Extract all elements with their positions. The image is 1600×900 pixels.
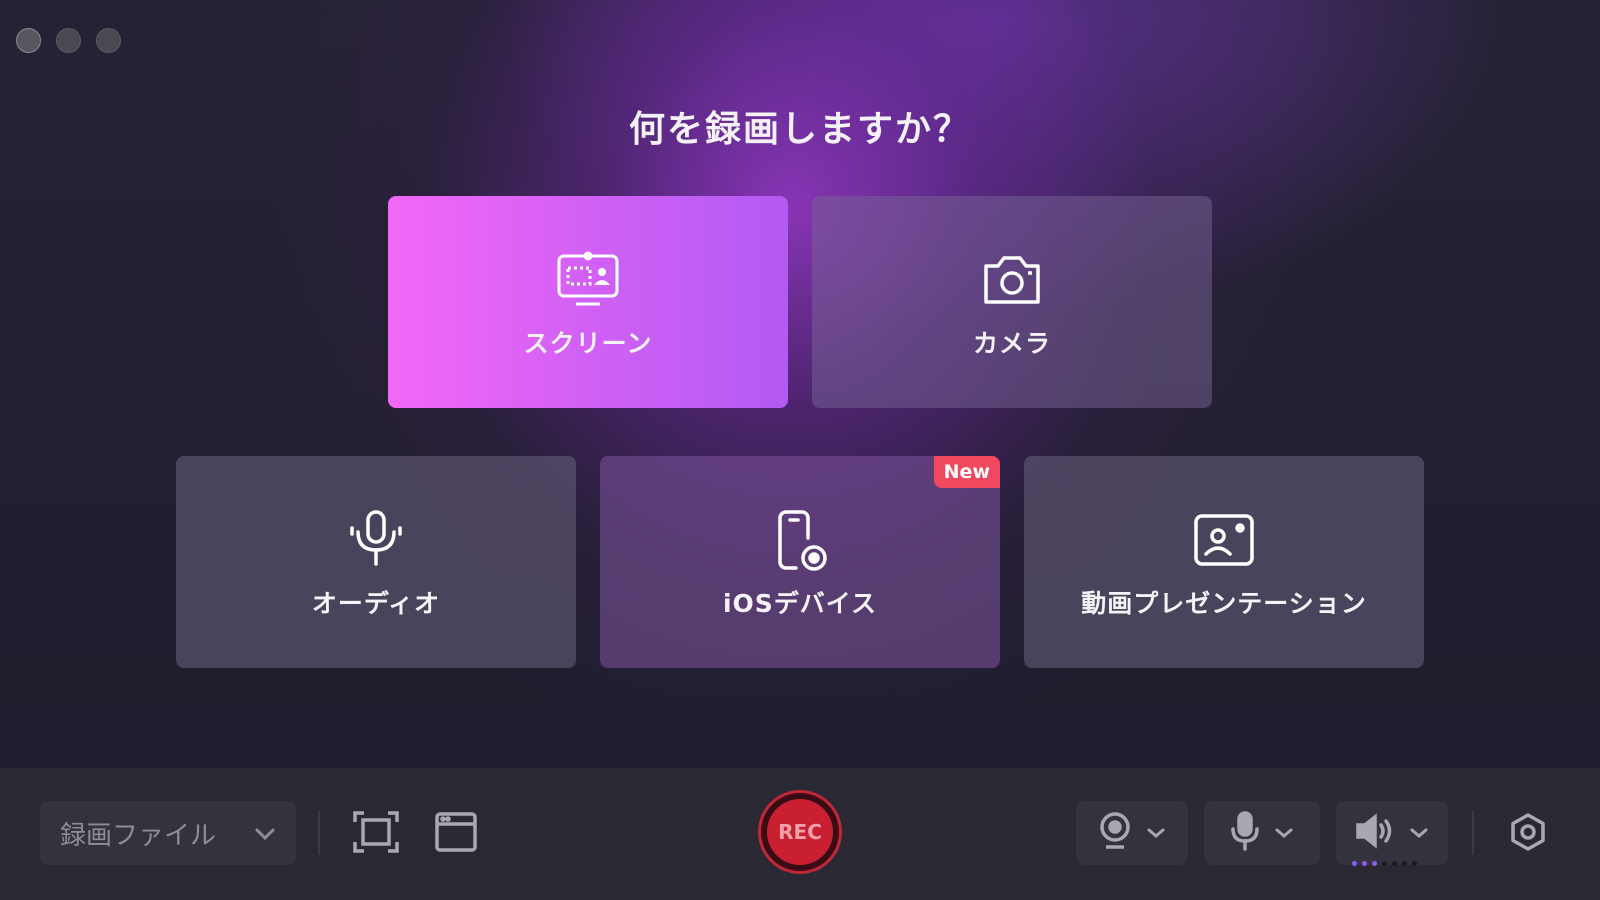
record-button-label: REC bbox=[767, 799, 833, 865]
zoom-window-button[interactable] bbox=[96, 28, 121, 53]
microphone-icon bbox=[1230, 811, 1260, 855]
audio-level-bar bbox=[1352, 861, 1357, 866]
microphone-toggle[interactable] bbox=[1204, 801, 1320, 865]
toolbar-divider bbox=[318, 811, 320, 855]
output-format-value: 録画ファイル bbox=[60, 820, 217, 851]
app-window: 何を録画しますか？ スクリーン カメラ オーディオ New iOSデバイス 動画… bbox=[0, 0, 1600, 900]
audio-level-bar bbox=[1392, 861, 1397, 866]
window-controls bbox=[16, 28, 121, 53]
audio-level-meter bbox=[1352, 861, 1417, 866]
webcam-icon bbox=[1098, 811, 1132, 855]
ios-device-option-card[interactable]: New iOSデバイス bbox=[600, 456, 1000, 668]
ios-device-option-label: iOSデバイス bbox=[722, 589, 878, 618]
audio-level-bar bbox=[1362, 861, 1367, 866]
settings-icon bbox=[1508, 812, 1548, 856]
chevron-down-icon bbox=[1274, 824, 1294, 843]
camera-option-label: カメラ bbox=[972, 329, 1051, 358]
screen-option-label: スクリーン bbox=[523, 329, 653, 358]
webcam-toggle[interactable] bbox=[1076, 801, 1188, 865]
close-window-button[interactable] bbox=[16, 28, 41, 53]
page-title: 何を録画しますか？ bbox=[628, 109, 971, 150]
region-capture-button[interactable] bbox=[348, 806, 404, 862]
region-capture-icon bbox=[352, 810, 400, 858]
video-presentation-option-card[interactable]: 動画プレゼンテーション bbox=[1024, 456, 1424, 668]
camera-icon bbox=[980, 248, 1044, 312]
new-badge: New bbox=[933, 456, 1000, 488]
video-presentation-option-label: 動画プレゼンテーション bbox=[1081, 589, 1367, 618]
toolbar-divider bbox=[1472, 811, 1474, 855]
audio-level-bar bbox=[1372, 861, 1377, 866]
audio-option-card[interactable]: オーディオ bbox=[176, 456, 576, 668]
audio-level-bar bbox=[1412, 861, 1417, 866]
window-capture-button[interactable] bbox=[428, 806, 484, 862]
camera-option-card[interactable]: カメラ bbox=[812, 196, 1212, 408]
minimize-window-button[interactable] bbox=[56, 28, 81, 53]
settings-button[interactable] bbox=[1500, 806, 1556, 862]
chevron-down-icon bbox=[254, 818, 276, 848]
audio-level-bar bbox=[1382, 861, 1387, 866]
microphone-icon bbox=[344, 508, 408, 572]
screen-record-icon bbox=[556, 248, 620, 312]
bottom-toolbar: 録画ファイル REC bbox=[0, 768, 1600, 900]
system-audio-toggle[interactable] bbox=[1336, 801, 1448, 865]
ios-device-icon bbox=[768, 508, 832, 572]
audio-option-label: オーディオ bbox=[311, 589, 441, 618]
chevron-down-icon bbox=[1146, 824, 1166, 843]
speaker-icon bbox=[1355, 813, 1395, 853]
record-button[interactable]: REC bbox=[758, 790, 842, 874]
chevron-down-icon bbox=[1409, 824, 1429, 843]
window-capture-icon bbox=[434, 811, 478, 857]
presentation-icon bbox=[1192, 508, 1256, 572]
output-format-select[interactable]: 録画ファイル bbox=[40, 801, 296, 865]
screen-option-card[interactable]: スクリーン bbox=[388, 196, 788, 408]
audio-level-bar bbox=[1402, 861, 1407, 866]
